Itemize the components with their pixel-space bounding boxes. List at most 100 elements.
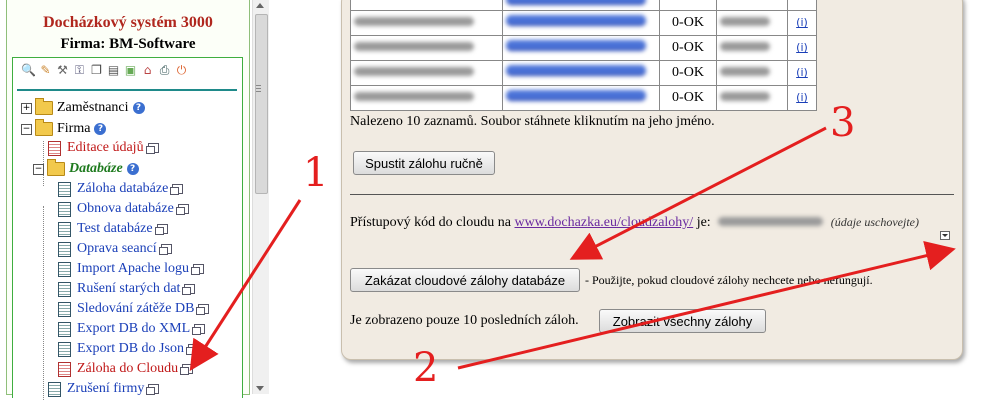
- cloud-link[interactable]: www.dochazka.eu/cloudzalohy/: [515, 215, 694, 230]
- new-window-icon[interactable]: [154, 224, 168, 235]
- expand-icon[interactable]: +: [21, 102, 32, 114]
- new-window-icon[interactable]: [170, 184, 184, 195]
- tree-item-ruseni-starych-dat[interactable]: Rušení starých dat: [58, 280, 196, 298]
- table-row: [350, 0, 817, 11]
- tree-link[interactable]: Zrušení firmy: [67, 381, 144, 397]
- folder-icon: [47, 159, 65, 176]
- money-icon[interactable]: ▣: [123, 62, 138, 78]
- tree-item-obnova-databaze[interactable]: Obnova databáze: [58, 200, 189, 218]
- info-icon[interactable]: (i): [796, 91, 808, 104]
- scroll-down-arrow-icon[interactable]: [256, 386, 264, 391]
- backup-status: 0-OK: [659, 10, 717, 36]
- document-icon: [58, 221, 71, 237]
- tree-link[interactable]: Obnova databáze: [77, 201, 174, 217]
- help-icon[interactable]: ?: [126, 163, 139, 175]
- help-icon[interactable]: ?: [132, 102, 145, 114]
- copy-icon[interactable]: ❐: [89, 62, 104, 78]
- backup-file-link[interactable]: [502, 10, 660, 36]
- magnifier-icon[interactable]: 🔍: [21, 62, 36, 78]
- info-icon[interactable]: (i): [796, 66, 808, 79]
- documents-icon[interactable]: ▤: [106, 62, 121, 78]
- document-icon: [58, 321, 71, 337]
- tree-link[interactable]: Sledování zátěže DB: [77, 301, 194, 317]
- tree-item-sledovani-zateze-db[interactable]: Sledování zátěže DB: [58, 300, 210, 318]
- show-all-backups-button[interactable]: Zobrazit všechny zálohy: [599, 309, 766, 333]
- tree-item-editace-udaju[interactable]: Editace údajů: [48, 139, 159, 157]
- tree-item-export-db-xml[interactable]: Export DB do XML: [58, 320, 206, 338]
- tree-link[interactable]: Záloha do Cloudu: [77, 361, 178, 377]
- backup-user: [716, 85, 788, 111]
- house-icon[interactable]: ⌂: [140, 62, 155, 78]
- tree-link[interactable]: Export DB do Json: [77, 341, 184, 357]
- new-window-icon[interactable]: [175, 204, 189, 215]
- backup-file-link[interactable]: [502, 60, 660, 86]
- tree-label: Databáze: [69, 161, 123, 176]
- tree-item-export-db-json[interactable]: Export DB do Json: [58, 340, 199, 358]
- tree-link[interactable]: Export DB do XML: [77, 321, 190, 337]
- tree-item-firma[interactable]: − Firma ?: [21, 119, 107, 138]
- disable-cloud-note: - Použijte, pokud cloudové zálohy nechce…: [585, 273, 873, 287]
- toolbar-divider: [17, 89, 237, 91]
- backup-date: [350, 85, 503, 111]
- backup-file-link[interactable]: [502, 35, 660, 61]
- table-row: 0-OK (i): [350, 10, 817, 36]
- table-row: 0-OK (i): [350, 60, 817, 86]
- tree-item-zaloha-databaze[interactable]: Záloha databáze: [58, 180, 184, 198]
- sidebar-toolbar: 🔍 ✎ ⚒ ⚿ ❐ ▤ ▣ ⌂ ⎙ ⏻: [21, 62, 189, 80]
- tree-link[interactable]: Záloha databáze: [77, 181, 168, 197]
- key-icon[interactable]: ⚿: [72, 62, 87, 78]
- records-found-text: Nalezeno 10 zaznamů. Soubor stáhnete kli…: [350, 114, 715, 129]
- info-icon[interactable]: (i): [796, 16, 808, 29]
- run-backup-button[interactable]: Spustit zálohu ručně: [353, 151, 495, 175]
- annotation-number-2: 2: [413, 345, 439, 391]
- tree-link[interactable]: Editace údajů: [67, 140, 144, 156]
- new-window-icon[interactable]: [158, 244, 172, 255]
- tree-link[interactable]: Rušení starých dat: [77, 281, 180, 297]
- tree-item-test-databaze[interactable]: Test databáze: [58, 220, 168, 238]
- help-icon[interactable]: ?: [94, 123, 107, 135]
- new-window-icon[interactable]: [192, 324, 206, 335]
- document-icon: [58, 181, 71, 197]
- tree-item-databaze[interactable]: − Databáze ?: [33, 159, 139, 178]
- new-window-icon[interactable]: [185, 344, 199, 355]
- info-icon[interactable]: (i): [796, 41, 808, 54]
- tree-item-zruseni-firmy[interactable]: Zrušení firmy: [48, 380, 160, 398]
- tree-item-zamestnanci[interactable]: + Zaměstnanci ?: [21, 98, 145, 117]
- document-icon: [58, 281, 71, 297]
- scroll-thumb[interactable]: [255, 14, 268, 194]
- access-code-suffix: je:: [696, 215, 711, 230]
- scroll-up-arrow-icon[interactable]: [256, 3, 264, 8]
- expand-arrow-icon[interactable]: [940, 231, 950, 240]
- new-window-icon[interactable]: [145, 143, 159, 154]
- tree-item-zaloha-do-cloudu[interactable]: Záloha do Cloudu: [58, 360, 194, 378]
- tree-item-import-apache-logu[interactable]: Import Apache logu: [58, 260, 204, 278]
- collapse-icon[interactable]: −: [21, 123, 32, 135]
- tree-item-oprava-seanci[interactable]: Oprava seancí: [58, 240, 172, 258]
- collapse-icon[interactable]: −: [33, 163, 44, 175]
- new-window-icon[interactable]: [146, 384, 160, 395]
- tree-link[interactable]: Test databáze: [77, 221, 153, 237]
- new-window-icon[interactable]: [190, 264, 204, 275]
- new-window-icon[interactable]: [196, 304, 210, 315]
- divider: [350, 194, 954, 195]
- annotation-number-3: 3: [830, 100, 856, 146]
- backup-file-link[interactable]: [502, 85, 660, 111]
- shown-count-text: Je zobrazeno pouze 10 posledních záloh.: [350, 313, 579, 328]
- backup-status: 0-OK: [659, 60, 717, 86]
- disable-cloud-backup-button[interactable]: Zakázat cloudové zálohy databáze: [350, 268, 580, 292]
- new-window-icon[interactable]: [180, 364, 194, 375]
- access-code-value: [718, 217, 824, 226]
- pencil-icon[interactable]: ✎: [38, 62, 53, 78]
- power-icon[interactable]: ⏻: [174, 62, 189, 78]
- sidebar-scrollbar[interactable]: [252, 0, 269, 394]
- tree-link[interactable]: Import Apache logu: [77, 261, 189, 277]
- new-window-icon[interactable]: [182, 284, 196, 295]
- tree-label: Zaměstnanci: [57, 100, 129, 115]
- document-icon: [58, 261, 71, 277]
- print-icon[interactable]: ⎙: [157, 62, 172, 78]
- table-row: 0-OK (i): [350, 85, 817, 111]
- document-icon: [58, 301, 71, 317]
- document-icon: [48, 381, 61, 397]
- tree-link[interactable]: Oprava seancí: [77, 241, 157, 257]
- tools-icon[interactable]: ⚒: [55, 62, 70, 78]
